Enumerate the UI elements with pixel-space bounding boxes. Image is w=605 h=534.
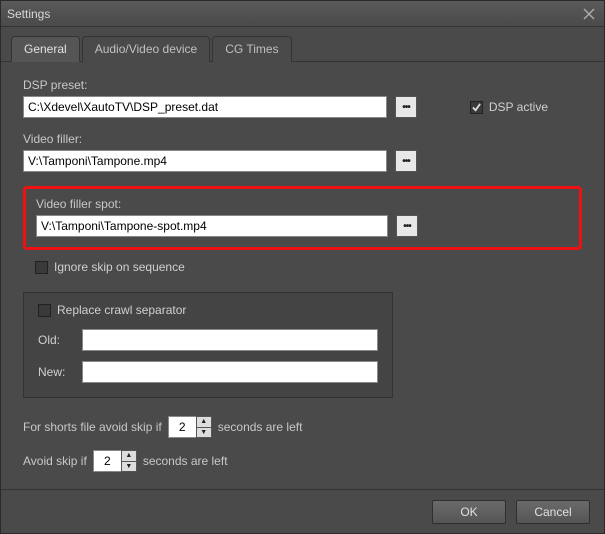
avoid-spinner[interactable]: ▲ ▼ bbox=[93, 450, 137, 472]
dsp-preset-label: DSP preset: bbox=[23, 78, 582, 92]
settings-window: Settings General Audio/Video device CG T… bbox=[0, 0, 605, 534]
ignore-skip-checkbox[interactable]: Ignore skip on sequence bbox=[35, 260, 582, 274]
replace-crawl-checkbox[interactable]: Replace crawl separator bbox=[38, 303, 186, 317]
tab-audio-video[interactable]: Audio/Video device bbox=[82, 36, 211, 62]
replace-crawl-group: Replace crawl separator Old: New: bbox=[23, 292, 393, 398]
video-filler-label: Video filler: bbox=[23, 132, 582, 146]
checkbox-icon bbox=[470, 101, 483, 114]
video-filler-input[interactable] bbox=[23, 150, 387, 172]
avoid-value-input[interactable] bbox=[93, 450, 121, 472]
new-label: New: bbox=[38, 365, 72, 379]
video-filler-spot-highlight: Video filler spot: ••• bbox=[23, 186, 582, 250]
chevron-down-icon[interactable]: ▼ bbox=[196, 427, 212, 439]
ignore-skip-label: Ignore skip on sequence bbox=[54, 260, 185, 274]
old-input[interactable] bbox=[82, 329, 378, 351]
shorts-skip-row: For shorts file avoid skip if ▲ ▼ second… bbox=[23, 416, 582, 438]
dsp-preset-browse-button[interactable]: ••• bbox=[395, 96, 417, 118]
shorts-value-input[interactable] bbox=[168, 416, 196, 438]
checkbox-icon bbox=[35, 261, 48, 274]
video-filler-spot-input[interactable] bbox=[36, 215, 388, 237]
video-filler-browse-button[interactable]: ••• bbox=[395, 150, 417, 172]
shorts-spinner[interactable]: ▲ ▼ bbox=[168, 416, 212, 438]
tab-cg-times[interactable]: CG Times bbox=[212, 36, 291, 62]
video-filler-spot-label: Video filler spot: bbox=[36, 197, 569, 211]
old-label: Old: bbox=[38, 333, 72, 347]
dsp-preset-input[interactable] bbox=[23, 96, 387, 118]
chevron-up-icon[interactable]: ▲ bbox=[196, 416, 212, 427]
chevron-down-icon[interactable]: ▼ bbox=[121, 461, 137, 473]
tab-strip: General Audio/Video device CG Times bbox=[1, 27, 604, 62]
cancel-button[interactable]: Cancel bbox=[516, 500, 590, 524]
ok-button[interactable]: OK bbox=[432, 500, 506, 524]
chevron-up-icon[interactable]: ▲ bbox=[121, 450, 137, 461]
replace-crawl-title: Replace crawl separator bbox=[57, 303, 186, 317]
avoid-skip-row: Avoid skip if ▲ ▼ seconds are left bbox=[23, 450, 582, 472]
window-title: Settings bbox=[7, 7, 580, 21]
avoid-suffix: seconds are left bbox=[143, 454, 228, 468]
dsp-active-checkbox[interactable]: DSP active bbox=[470, 100, 548, 114]
checkbox-icon bbox=[38, 304, 51, 317]
video-filler-spot-browse-button[interactable]: ••• bbox=[396, 215, 418, 237]
close-icon[interactable] bbox=[580, 5, 598, 23]
tab-general[interactable]: General bbox=[11, 36, 80, 62]
dsp-active-label: DSP active bbox=[489, 100, 548, 114]
new-input[interactable] bbox=[82, 361, 378, 383]
shorts-suffix: seconds are left bbox=[218, 420, 303, 434]
tab-panel-general: DSP preset: ••• DSP active Video filler:… bbox=[1, 62, 604, 489]
shorts-prefix: For shorts file avoid skip if bbox=[23, 420, 162, 434]
titlebar: Settings bbox=[1, 1, 604, 27]
dialog-footer: OK Cancel bbox=[1, 489, 604, 533]
avoid-prefix: Avoid skip if bbox=[23, 454, 87, 468]
